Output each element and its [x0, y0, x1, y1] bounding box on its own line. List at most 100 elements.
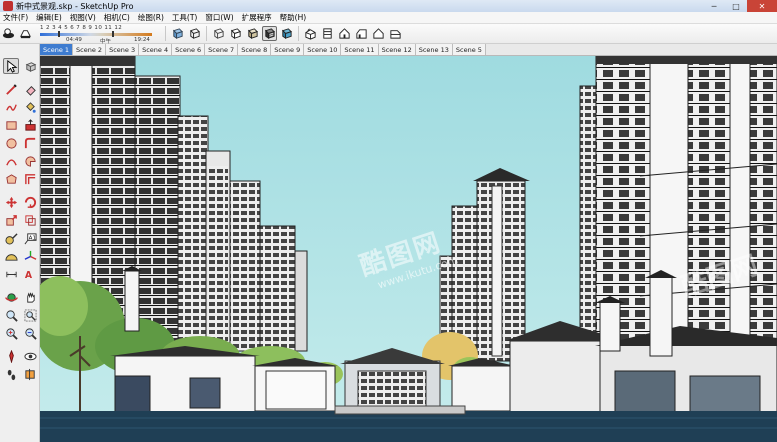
right-view-icon[interactable]	[354, 26, 369, 41]
shaded-with-textures-style-icon[interactable]	[262, 26, 277, 41]
tab-scene-9[interactable]: Scene 9	[271, 44, 305, 55]
xray-style-icon[interactable]	[170, 26, 185, 41]
top-view-icon[interactable]	[320, 26, 335, 41]
tab-scene-7[interactable]: Scene 7	[205, 44, 239, 55]
menu-view[interactable]: 视图(V)	[70, 12, 96, 23]
look-around-icon[interactable]	[22, 348, 38, 364]
tab-scene-12[interactable]: Scene 12	[378, 44, 416, 55]
menu-extensions[interactable]: 扩展程序	[242, 12, 272, 23]
follow-me-icon[interactable]	[22, 135, 38, 151]
shadow-time-end: 19:24	[134, 36, 150, 43]
close-button[interactable]: ✕	[747, 0, 777, 12]
move-tool-icon[interactable]	[3, 194, 19, 210]
menu-help[interactable]: 帮助(H)	[280, 12, 307, 23]
menu-camera[interactable]: 相机(C)	[104, 12, 130, 23]
window-title: 新中式景观.skp - SketchUp Pro	[16, 1, 134, 11]
tab-scene-5[interactable]: Scene 5	[452, 44, 486, 55]
polygon-tool-icon[interactable]	[3, 171, 19, 187]
tab-scene-6[interactable]: Scene 6	[172, 44, 206, 55]
scene-tabs: Scene 1 Scene 2 Scene 3 Scene 4 Scene 6 …	[40, 44, 777, 56]
freehand-tool-icon[interactable]	[3, 99, 19, 115]
water-pool	[40, 411, 777, 442]
left-toolbar: A1 A	[0, 44, 40, 442]
pie-tool-icon[interactable]	[22, 153, 38, 169]
front-view-icon[interactable]	[337, 26, 352, 41]
maximize-button[interactable]: □	[725, 0, 747, 12]
walk-tool-icon[interactable]	[3, 366, 19, 382]
minimize-button[interactable]: ─	[703, 0, 725, 12]
tape-measure-icon[interactable]	[3, 230, 19, 246]
position-camera-icon[interactable]	[3, 348, 19, 364]
scale-tool-icon[interactable]	[3, 212, 19, 228]
section-plane-icon[interactable]	[22, 366, 38, 382]
eraser-tool-icon[interactable]	[22, 81, 38, 97]
3d-text-icon[interactable]: A	[22, 266, 38, 282]
rectangle-tool-icon[interactable]	[3, 117, 19, 133]
menu-file[interactable]: 文件(F)	[3, 12, 28, 23]
paint-bucket-icon[interactable]	[22, 99, 38, 115]
toolbar-separator	[165, 26, 166, 41]
menu-tools[interactable]: 工具(T)	[172, 12, 197, 23]
offset-tool-icon[interactable]	[22, 171, 38, 187]
shaded-style-icon[interactable]	[245, 26, 260, 41]
tab-scene-13[interactable]: Scene 13	[415, 44, 453, 55]
left-view-icon[interactable]	[388, 26, 403, 41]
svg-text:A: A	[24, 270, 32, 281]
sketchup-logo-icon	[3, 1, 13, 11]
toolbar-gap	[3, 284, 38, 287]
tab-scene-4[interactable]: Scene 4	[139, 44, 173, 55]
shadow-month-marker[interactable]	[58, 30, 60, 37]
toolbar-gap	[3, 189, 38, 192]
zoom-tool-icon[interactable]	[3, 307, 19, 323]
svg-text:A1: A1	[28, 235, 36, 241]
bridge	[334, 405, 466, 415]
shadow-time-marker[interactable]	[112, 30, 114, 37]
3d-viewport[interactable]: 酷图网 www.ikutu.com 酷图网	[40, 56, 777, 442]
menu-bar: 文件(F) 编辑(E) 视图(V) 相机(C) 绘图(R) 工具(T) 窗口(W…	[0, 12, 777, 24]
text-tool-icon[interactable]: A1	[22, 230, 38, 246]
tab-scene-3[interactable]: Scene 3	[106, 44, 140, 55]
iso-view-icon[interactable]	[303, 26, 318, 41]
tab-scene-8[interactable]: Scene 8	[238, 44, 272, 55]
toolbar-separator	[206, 26, 207, 41]
tab-scene-2[interactable]: Scene 2	[73, 44, 107, 55]
toolbar-separator	[298, 26, 299, 41]
back-view-icon[interactable]	[371, 26, 386, 41]
menu-draw[interactable]: 绘图(R)	[138, 12, 164, 23]
shadow-time-start: 04:49	[66, 36, 82, 43]
main-toolbar: 1 2 3 4 5 6 7 8 9 10 11 12 04:49 中午 19:2…	[0, 24, 777, 45]
make-component-icon[interactable]	[22, 58, 38, 74]
circle-tool-icon[interactable]	[3, 135, 19, 151]
arc-tool-icon[interactable]	[3, 153, 19, 169]
dimension-tool-icon[interactable]	[3, 266, 19, 282]
zoom-window-icon[interactable]	[22, 307, 38, 323]
tab-scene-1[interactable]: Scene 1	[40, 44, 74, 55]
title-bar: 新中式景观.skp - SketchUp Pro ─ □ ✕	[0, 0, 777, 12]
fog-toggle-icon[interactable]	[18, 26, 33, 41]
shadow-time-bar[interactable]	[40, 32, 152, 36]
tab-scene-10[interactable]: Scene 10	[304, 44, 342, 55]
menu-window[interactable]: 窗口(W)	[205, 12, 233, 23]
pan-tool-icon[interactable]	[22, 289, 38, 305]
toolbar-gap	[3, 76, 38, 79]
push-pull-icon[interactable]	[22, 117, 38, 133]
wireframe-style-icon[interactable]	[211, 26, 226, 41]
previous-view-icon[interactable]	[22, 325, 38, 341]
shadow-toggle-icon[interactable]	[1, 26, 16, 41]
axes-tool-icon[interactable]	[22, 248, 38, 264]
zoom-extents-icon[interactable]	[3, 325, 19, 341]
line-tool-icon[interactable]	[3, 81, 19, 97]
select-tool-icon[interactable]	[3, 58, 19, 74]
protractor-icon[interactable]	[3, 248, 19, 264]
intersect-icon[interactable]	[22, 212, 38, 228]
monochrome-style-icon[interactable]	[279, 26, 294, 41]
hidden-line-style-icon[interactable]	[228, 26, 243, 41]
back-edges-style-icon[interactable]	[187, 26, 202, 41]
rotate-tool-icon[interactable]	[22, 194, 38, 210]
menu-edit[interactable]: 编辑(E)	[36, 12, 62, 23]
toolbar-gap	[3, 343, 38, 346]
shadow-settings-slider[interactable]: 1 2 3 4 5 6 7 8 9 10 11 12 04:49 中午 19:2…	[38, 25, 158, 45]
orbit-tool-icon[interactable]	[3, 289, 19, 305]
window-controls: ─ □ ✕	[703, 0, 777, 12]
tab-scene-11[interactable]: Scene 11	[341, 44, 379, 55]
